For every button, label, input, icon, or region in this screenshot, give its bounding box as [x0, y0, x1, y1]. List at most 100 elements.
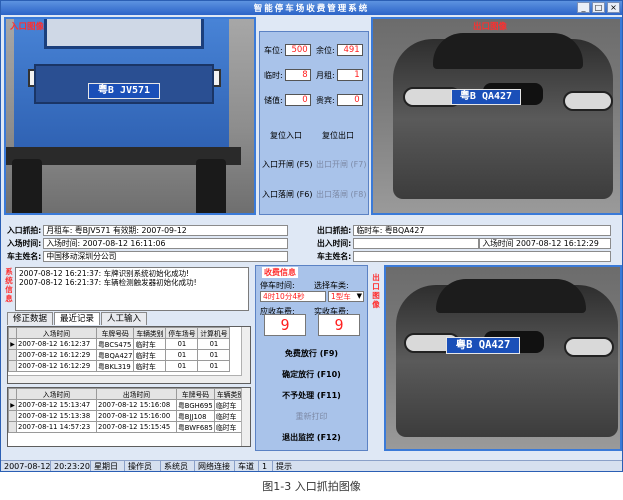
entry-time-field: 入场时间: 2007-08-12 16:11:06	[43, 238, 289, 249]
minimize-button[interactable]: _	[577, 2, 590, 13]
exit-capture-field: 临时车: 粤BQA427	[353, 225, 612, 236]
exit-capture-row: 出口抓拍: 临时车: 粤BQA427	[317, 225, 612, 236]
charge-panel: 收费信息 停车时间: 选择车类: 4时10分4秒 1型车 ▼ 应收车费: 实收车…	[255, 265, 368, 451]
entry-records-table: 入场时间 车牌号码 车辆类别 停车场号 计算机号 ▶ 2007-08-12 16…	[7, 326, 251, 384]
message-line: 2007-08-12 16:21:37: 车辆检测触发器初始化成功!	[19, 278, 197, 287]
row-pointer-icon: ▶	[8, 338, 17, 350]
parking-stats-panel: 车位: 500 余位: 491 临时: 8 月租: 1 储值: 0 贵宾: 0 …	[259, 31, 369, 215]
title-bar: 智能停车场收费管理系统 _ □ ×	[1, 1, 622, 15]
column-header[interactable]: 入场时间	[16, 327, 97, 339]
remaining-spaces-value: 491	[336, 44, 363, 56]
exit-owner-row: 车主姓名:	[317, 251, 612, 262]
tab-manual-input[interactable]: 人工输入	[101, 312, 148, 325]
confirm-release-button[interactable]: 确定放行 (F10)	[256, 369, 367, 380]
close-button[interactable]: ×	[607, 2, 620, 13]
column-header[interactable]: 计算机号	[197, 327, 231, 339]
status-lane-label: 车道	[235, 461, 259, 471]
car-image: 粤B QA427	[373, 19, 620, 213]
row-pointer-icon: ▶	[8, 399, 17, 411]
entry-open-gate-button[interactable]: 入口开闸 (F5)	[262, 159, 312, 170]
exit-camera-view-2: 粤B QA427	[384, 265, 622, 451]
reset-entry-button[interactable]: 复位入口	[270, 130, 302, 141]
park-time-field: 4时10分4秒	[260, 291, 326, 302]
records-tabs: 修正数据 最近记录 人工输入	[7, 312, 148, 326]
total-spaces-value: 500	[284, 44, 311, 56]
exit-open-gate-button[interactable]: 出口开闸 (F7)	[316, 159, 366, 170]
exit-close-gate-button[interactable]: 出口落闸 (F8)	[316, 189, 366, 200]
entry-owner-row: 车主姓名: 中国移动深圳分公司	[7, 251, 289, 262]
tab-recent-records[interactable]: 最近记录	[54, 312, 101, 325]
table-header-row: 入场时间 车牌号码 车辆类别 停车场号 计算机号	[8, 327, 231, 339]
table-row[interactable]: 2007-08-12 15:13:38 2007-08-12 15:16:00 …	[8, 410, 247, 422]
exit-camera-view: 出口图像 粤B QA427	[371, 17, 622, 215]
column-header[interactable]: 停车场号	[165, 327, 199, 339]
table-row[interactable]: ▶ 2007-08-12 16:12:37 粤BCS475 临时车 01 01	[8, 338, 231, 350]
status-weekday: 星期日	[91, 461, 125, 471]
reset-exit-button[interactable]: 复位出口	[322, 130, 354, 141]
charge-info-title: 收费信息	[262, 267, 298, 278]
exit-records-scrollbar[interactable]	[241, 388, 250, 446]
free-release-button[interactable]: 免费放行 (F9)	[256, 348, 367, 359]
truck-image: 粤B JV571	[6, 19, 254, 213]
car-image-2: 粤B QA427	[386, 267, 620, 449]
status-operator: 系统员	[161, 461, 195, 471]
status-operator-label: 操作员	[125, 461, 161, 471]
chevron-down-icon: ▼	[356, 292, 362, 300]
entry-records-hscrollbar[interactable]	[8, 375, 242, 383]
entry-owner-field: 中国移动深圳分公司	[43, 251, 289, 262]
column-header[interactable]: 入场时间	[16, 388, 97, 400]
table-row[interactable]: ▶ 2007-08-12 15:13:47 2007-08-12 15:16:0…	[8, 399, 247, 411]
status-network: 网络连接	[195, 461, 235, 471]
column-header[interactable]: 车辆类别	[133, 327, 167, 339]
stored-count-value: 0	[284, 94, 311, 106]
entry-records-scrollbar[interactable]	[241, 327, 250, 383]
exit-time-field: 入场时间 2007-08-12 16:12:29	[479, 238, 612, 249]
exit-owner-field	[353, 251, 612, 262]
entry-time-row: 入场时间: 入场时间: 2007-08-12 16:11:06	[7, 238, 289, 249]
entry-close-gate-button[interactable]: 入口落闸 (F6)	[262, 189, 312, 200]
status-time: 20:23:20	[51, 461, 91, 471]
ignore-button[interactable]: 不予处理 (F11)	[256, 390, 367, 401]
vip-count-value: 0	[336, 94, 363, 106]
window-controls: _ □ ×	[577, 2, 620, 13]
car-type-select[interactable]: 1型车 ▼	[328, 291, 364, 302]
temp-count-value: 8	[284, 69, 311, 81]
system-message-log: 2007-08-12 16:21:37: 车牌识别系统初始化成功! 2007-0…	[15, 267, 249, 311]
message-line: 2007-08-12 16:21:37: 车牌识别系统初始化成功!	[19, 269, 190, 278]
exit-records-table: 入场时间 出场时间 车牌号码 车辆类别 ▶ 2007-08-12 15:13:4…	[7, 387, 251, 447]
table-row[interactable]: 2007-08-12 16:12:29 粤BQA427 临时车 01 01	[8, 349, 231, 361]
column-header[interactable]: 车牌号码	[95, 327, 135, 339]
exit-image-side-label: 出口图像	[372, 273, 380, 309]
entry-capture-field: 月租车: 粤BJV571 有效期: 2007-09-12	[43, 225, 289, 236]
figure-caption: 图1-3 入口抓拍图像	[262, 480, 361, 493]
exit-license-plate-2: 粤B QA427	[446, 337, 520, 354]
due-fee-value: 9	[264, 314, 306, 336]
park-time-label: 停车时间:	[260, 281, 295, 290]
status-lane-value: 1	[259, 461, 273, 471]
status-bar: 2007-08-12 20:23:20 星期日 操作员 系统员 网络连接 车道 …	[1, 460, 622, 471]
exit-time-row: 出入时间: 入场时间 2007-08-12 16:12:29	[317, 238, 612, 249]
reprint-button[interactable]: 重新打印	[256, 411, 367, 422]
table-row[interactable]: 2007-08-12 16:12:29 粤BKL319 临时车 01 01	[8, 360, 231, 372]
entry-license-plate: 粤B JV571	[88, 83, 160, 99]
car-type-label: 选择车类:	[314, 281, 349, 290]
entry-camera-label: 入口图像	[10, 22, 45, 32]
status-hint: 提示	[276, 462, 292, 471]
tab-correct-data[interactable]: 修正数据	[7, 312, 54, 325]
exit-camera-label: 出口图像	[473, 22, 508, 32]
maximize-button[interactable]: □	[592, 2, 605, 13]
table-header-row: 入场时间 出场时间 车牌号码 车辆类别	[8, 388, 247, 400]
monthly-count-value: 1	[336, 69, 363, 81]
table-row[interactable]: 2007-08-11 14:57:23 2007-08-12 15:15:45 …	[8, 421, 247, 433]
exit-monitor-button[interactable]: 退出监控 (F12)	[256, 432, 367, 443]
entry-capture-row: 入口抓拍: 月租车: 粤BJV571 有效期: 2007-09-12	[7, 225, 289, 236]
main-window: 智能停车场收费管理系统 _ □ × 入口图像 粤B JV571 车位: 500	[0, 0, 623, 472]
column-header[interactable]: 车牌号码	[176, 388, 215, 400]
entry-camera-view: 入口图像 粤B JV571	[4, 17, 256, 215]
exit-license-plate: 粤B QA427	[451, 89, 521, 105]
window-title: 智能停车场收费管理系统	[253, 4, 370, 14]
system-info-label: 系统信息	[5, 267, 13, 303]
status-date: 2007-08-12	[1, 461, 51, 471]
paid-fee-input[interactable]: 9	[318, 314, 360, 336]
column-header[interactable]: 出场时间	[96, 388, 177, 400]
